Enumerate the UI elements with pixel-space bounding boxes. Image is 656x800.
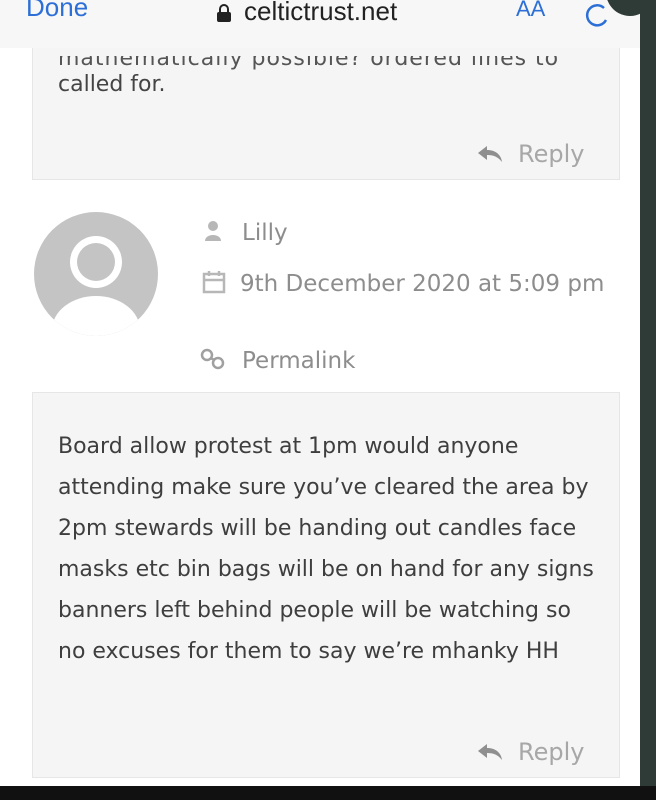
previous-comment-text: called for.	[58, 72, 166, 97]
done-button[interactable]: Done	[26, 0, 88, 23]
reply-arrow-icon	[478, 146, 502, 162]
author-name: Lilly	[242, 220, 288, 246]
link-icon	[200, 348, 225, 370]
user-icon	[205, 221, 221, 241]
reply-link-previous[interactable]: Reply	[476, 140, 584, 168]
text-size-button[interactable]: AA	[516, 0, 545, 22]
comment-body-text: Board allow protest at 1pm would anyone …	[58, 434, 594, 664]
lock-icon	[217, 4, 231, 22]
avatar-placeholder	[34, 212, 158, 336]
comment-author: Lilly	[200, 220, 288, 246]
bottom-edge	[0, 786, 656, 800]
address-bar-url[interactable]: celtictrust.net	[244, 0, 397, 27]
reply-label: Reply	[518, 738, 585, 766]
permalink-label: Permalink	[242, 348, 356, 374]
reload-icon[interactable]	[582, 2, 612, 28]
browser-top-bar: Done celtictrust.net AA	[0, 0, 654, 49]
screen-edge	[640, 0, 656, 786]
permalink-link[interactable]: Permalink	[200, 348, 355, 374]
reply-label: Reply	[518, 140, 585, 168]
comment-date-text: 9th December 2020 at 5:09 pm	[240, 271, 605, 297]
comment-date: 9th December 2020 at 5:09 pm	[200, 262, 620, 306]
page-content: mathematically possible? ordered lines t…	[0, 48, 640, 788]
reply-arrow-icon	[478, 744, 502, 760]
screenshot-frame: Done celtictrust.net AA mathematically p…	[0, 0, 656, 800]
calendar-icon	[202, 271, 226, 294]
reply-link[interactable]: Reply	[476, 738, 584, 766]
